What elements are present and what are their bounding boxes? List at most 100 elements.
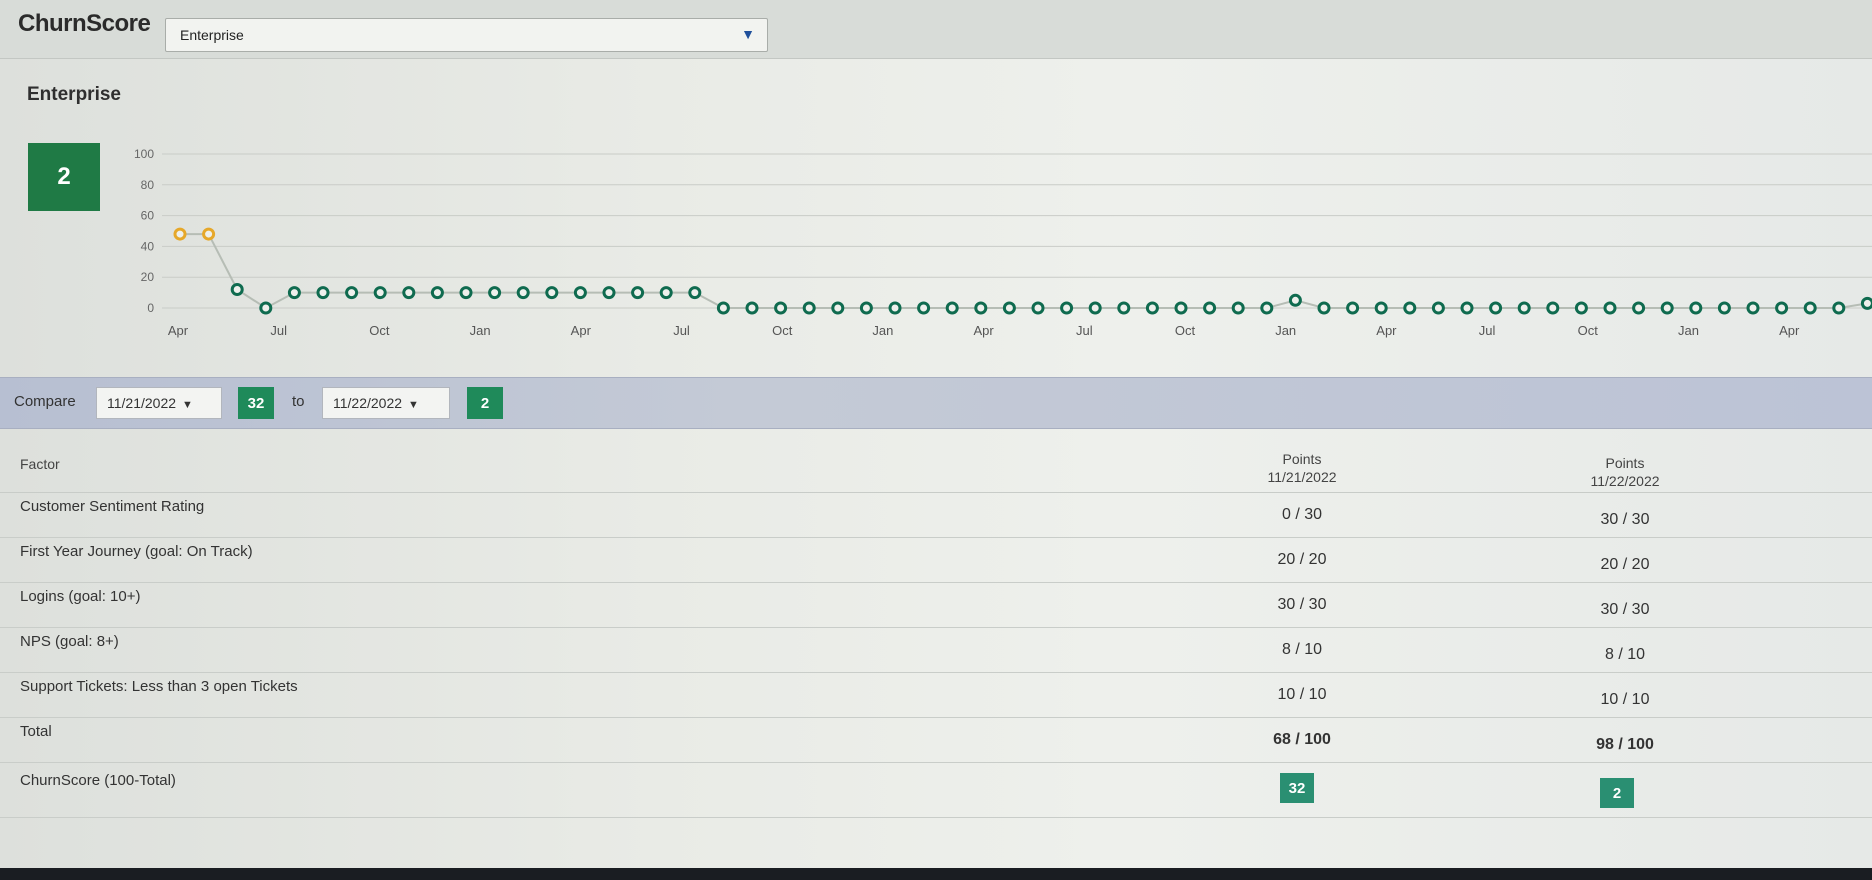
total-points-a: 68 / 100 (1273, 731, 1331, 748)
data-point (230, 283, 244, 297)
churnscore-a-badge: 32 (1280, 773, 1314, 803)
x-tick-label: Apr (1376, 323, 1397, 338)
data-point (974, 301, 988, 315)
segment-select[interactable]: Enterprise ▼ (165, 18, 768, 52)
data-point (1689, 301, 1703, 315)
points-b: 8 / 10 (1604, 646, 1646, 663)
data-point (1460, 301, 1474, 315)
x-tick-label: Apr (973, 323, 994, 338)
data-point (1775, 301, 1789, 315)
chevron-down-icon: ▼ (741, 26, 755, 42)
compare-to-score-badge: 2 (467, 387, 503, 419)
points-b: 10 / 10 (1600, 691, 1650, 708)
data-point (1117, 301, 1131, 315)
y-tick-label: 40 (141, 239, 155, 253)
data-point (373, 286, 387, 300)
total-row: Total 68 / 100 98 / 100 (0, 717, 1872, 763)
points-b: 30 / 30 (1600, 601, 1650, 618)
x-tick-label: Apr (571, 323, 592, 338)
total-label: Total (20, 723, 52, 740)
churnscore-b-badge: 2 (1600, 778, 1634, 808)
data-point (888, 301, 902, 315)
data-point (430, 286, 444, 300)
x-tick-label: Jan (470, 323, 491, 338)
factor-name: First Year Journey (goal: On Track) (20, 543, 253, 560)
data-point (688, 286, 702, 300)
data-point (831, 301, 845, 315)
data-point (1603, 301, 1617, 315)
points-a: 8 / 10 (1281, 641, 1323, 658)
y-tick-label: 0 (147, 301, 154, 315)
table-row: Logins (goal: 10+) 30 / 30 30 / 30 (0, 582, 1872, 628)
compare-to-label: to (292, 393, 305, 410)
x-tick-label: Oct (1175, 323, 1196, 338)
data-point (1031, 301, 1045, 315)
data-point (1346, 301, 1360, 315)
col-points-b-label: Points (1605, 455, 1645, 471)
x-tick-label: Jul (270, 323, 287, 338)
data-point (573, 286, 587, 300)
table-row: NPS (goal: 8+) 8 / 10 8 / 10 (0, 627, 1872, 673)
points-a: 10 / 10 (1277, 686, 1327, 703)
x-tick-label: Jan (1678, 323, 1699, 338)
data-point (602, 286, 616, 300)
churnscore-row: ChurnScore (100-Total) 32 2 (0, 762, 1872, 818)
data-point (459, 286, 473, 300)
data-point (659, 286, 673, 300)
data-point (1288, 293, 1302, 307)
data-point (774, 301, 788, 315)
data-point (1517, 301, 1531, 315)
compare-to-date-picker[interactable]: 11/22/2022 ▼ (322, 387, 450, 419)
data-point (1374, 301, 1388, 315)
data-point (631, 286, 645, 300)
data-point (1403, 301, 1417, 315)
brand-logo[interactable]: ChurnScore (18, 10, 151, 38)
churnscore-history-chart: 0 20 40 60 80 100 Apr Jul Oct Jan Apr Jul Oct Jan Apr J… (134, 147, 1872, 338)
x-tick-label: Jul (673, 323, 690, 338)
compare-to-date: 11/22/2022 (333, 395, 403, 411)
data-point (716, 301, 730, 315)
points-a: 20 / 20 (1277, 551, 1327, 568)
table-header: Factor Points 11/21/2022 Points 11/22/20… (0, 440, 1872, 493)
data-point (917, 301, 931, 315)
data-point (1632, 301, 1646, 315)
data-point (545, 286, 559, 300)
data-point (402, 286, 416, 300)
data-point (945, 301, 959, 315)
compare-bar: Compare 11/21/2022 ▼ 32 to 11/22/2022 ▼ 2 (0, 377, 1872, 429)
churnscore-label: ChurnScore (100-Total) (20, 772, 176, 789)
data-point (1489, 301, 1503, 315)
y-tick-label: 80 (141, 178, 155, 192)
data-point (1717, 301, 1731, 315)
data-point (1317, 301, 1331, 315)
col-points-b-date: 11/22/2022 (1590, 473, 1660, 489)
data-point (1088, 301, 1102, 315)
top-bar: ChurnScore Enterprise ▼ (0, 0, 1872, 59)
table-row: Support Tickets: Less than 3 open Ticket… (0, 672, 1872, 718)
data-point (745, 301, 759, 315)
data-point (287, 286, 301, 300)
data-point (316, 286, 330, 300)
data-point (516, 286, 530, 300)
compare-from-date-picker[interactable]: 11/21/2022 ▼ (96, 387, 222, 419)
section-title: Enterprise (27, 84, 121, 105)
data-point (1145, 301, 1159, 315)
data-point (259, 301, 273, 315)
y-tick-label: 60 (141, 209, 155, 223)
y-tick-label: 100 (134, 147, 154, 161)
data-point (1203, 301, 1217, 315)
data-point (1574, 301, 1588, 315)
compare-label: Compare (14, 393, 76, 410)
x-tick-label: Oct (1578, 323, 1599, 338)
data-point (1860, 296, 1872, 310)
segment-select-value: Enterprise (180, 27, 244, 43)
data-point (1746, 301, 1760, 315)
data-point (1832, 301, 1846, 315)
col-points-a-label: Points (1282, 451, 1322, 467)
data-point (859, 301, 873, 315)
data-point (345, 286, 359, 300)
y-tick-label: 20 (141, 270, 155, 284)
factor-name: Support Tickets: Less than 3 open Ticket… (20, 678, 298, 695)
data-point (1260, 301, 1274, 315)
data-point (202, 227, 216, 241)
